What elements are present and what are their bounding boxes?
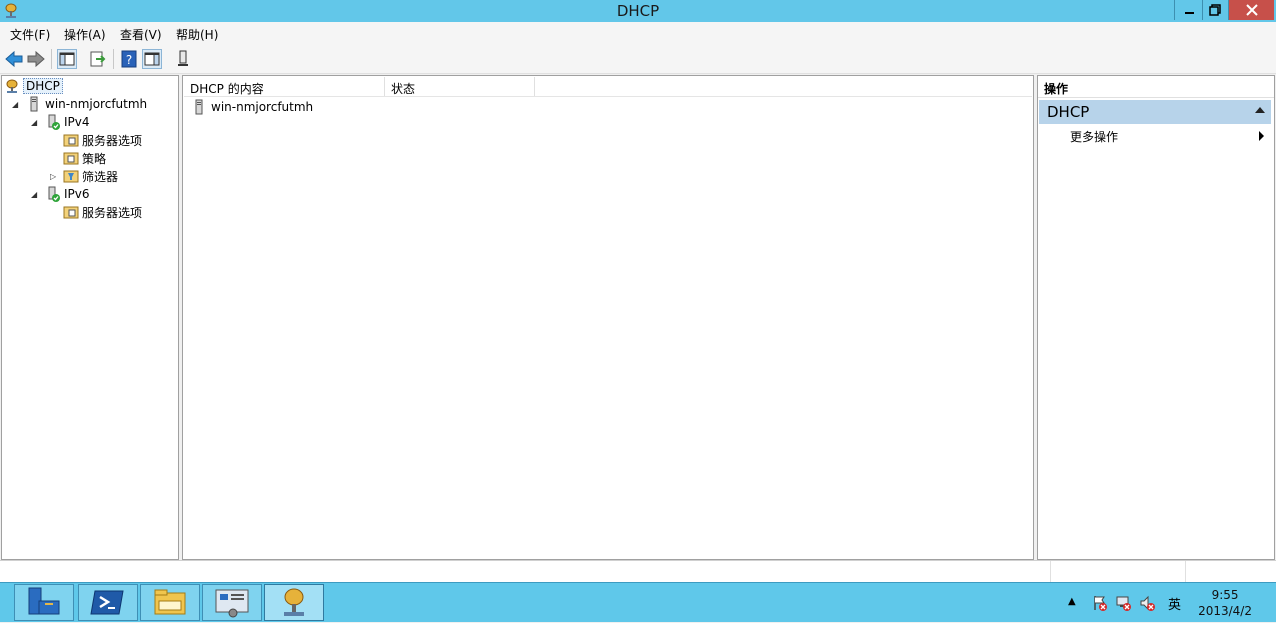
ime-indicator[interactable]: 英: [1168, 594, 1184, 613]
show-hide-action-pane-icon: [144, 52, 160, 66]
server-options-icon: [63, 206, 79, 219]
collapse-arrow-icon[interactable]: ◢: [12, 100, 22, 109]
actions-section-title: DHCP: [1047, 103, 1090, 121]
more-actions-item[interactable]: 更多操作: [1070, 128, 1118, 145]
powershell-icon: [90, 590, 124, 615]
ipv4-status-ok-icon: [48, 114, 60, 130]
collapse-caret-icon[interactable]: [1255, 107, 1265, 113]
server-icon: [30, 96, 38, 112]
tree-item-filters[interactable]: ▷ 筛选器: [50, 167, 118, 185]
tree-item-ipv4-server-options[interactable]: 服务器选项: [63, 131, 142, 149]
console-tree-pane: DHCP ◢ win-nmjorcfutmh ◢ IPv4 服务器选项 策略 ▷…: [1, 75, 179, 560]
ipv6-status-ok-icon: [48, 186, 60, 202]
network-error-icon[interactable]: [1116, 595, 1132, 611]
policies-icon: [63, 152, 79, 165]
column-header-contents[interactable]: DHCP 的内容: [184, 77, 385, 96]
menu-view[interactable]: 查看(V): [120, 26, 162, 43]
collapse-arrow-icon[interactable]: ◢: [31, 190, 41, 199]
network-console-icon: [215, 589, 249, 618]
taskbar-server-manager[interactable]: [14, 584, 74, 621]
restore-button[interactable]: [1202, 0, 1228, 20]
show-hide-console-tree-button[interactable]: [57, 49, 77, 69]
file-explorer-icon: [154, 589, 186, 615]
show-hide-console-tree-icon: [59, 52, 75, 66]
tree-item-label: 筛选器: [82, 169, 119, 184]
clock-date: 2013/4/2: [1198, 604, 1252, 618]
minimize-button[interactable]: [1174, 0, 1202, 20]
menu-action[interactable]: 操作(A): [64, 26, 106, 43]
forward-arrow-icon[interactable]: [26, 49, 46, 69]
tree-item-label: 服务器选项: [82, 133, 143, 148]
taskbar-powershell[interactable]: [78, 584, 138, 621]
server-icon[interactable]: [173, 49, 193, 69]
window-title: DHCP: [616, 2, 660, 20]
dhcp-root-icon: [6, 79, 18, 93]
submenu-arrow-icon[interactable]: [1259, 131, 1264, 141]
toolbar: ?: [0, 44, 1276, 74]
toolbar-separator: [113, 49, 114, 69]
actions-pane: 操作 DHCP 更多操作: [1037, 75, 1275, 560]
status-bar: [0, 560, 1276, 583]
menu-bar: 文件(F) 操作(A) 查看(V) 帮助(H): [0, 22, 1276, 44]
minimize-icon: [1185, 12, 1194, 14]
dhcp-app-icon: [284, 588, 304, 616]
tree-item-ipv4[interactable]: ◢ IPv4: [31, 113, 90, 131]
restore-icon: [1209, 4, 1221, 16]
title-bar: DHCP: [0, 0, 1276, 22]
actions-section-dhcp[interactable]: DHCP: [1039, 100, 1271, 124]
server-icon: [195, 99, 203, 115]
server-options-icon: [63, 134, 79, 147]
column-header-status[interactable]: 状态: [385, 77, 535, 96]
action-center-error-icon[interactable]: [1092, 595, 1108, 611]
tree-item-dhcp[interactable]: DHCP: [4, 77, 63, 95]
server-manager-icon: [28, 587, 60, 615]
tree-item-label: DHCP: [23, 78, 63, 94]
tree-item-label: win-nmjorcfutmh: [45, 97, 148, 111]
collapse-arrow-icon[interactable]: ◢: [31, 118, 41, 127]
filters-icon: [63, 170, 79, 183]
show-hide-action-pane-button[interactable]: [142, 49, 162, 69]
list-item[interactable]: win-nmjorcfutmh: [191, 98, 313, 116]
taskbar-dhcp[interactable]: [264, 584, 324, 621]
menu-file[interactable]: 文件(F): [10, 26, 50, 43]
tree-item-policies[interactable]: 策略: [63, 149, 106, 167]
close-button[interactable]: [1228, 0, 1274, 20]
taskbar-clock[interactable]: 9:55 2013/4/2: [1198, 587, 1252, 619]
svg-text:?: ?: [126, 53, 132, 67]
help-icon[interactable]: ?: [119, 49, 139, 69]
taskbar: ▲ 英 9:55 2013/4/2: [0, 582, 1276, 622]
menu-help[interactable]: 帮助(H): [176, 26, 218, 43]
back-arrow-icon[interactable]: [4, 49, 24, 69]
tree-item-ipv6-server-options[interactable]: 服务器选项: [63, 203, 142, 221]
taskbar-network-app[interactable]: [202, 584, 262, 621]
content-pane: DHCP 的内容 状态 win-nmjorcfutmh: [182, 75, 1034, 560]
actions-header: 操作: [1038, 76, 1274, 98]
tree-item-label: 服务器选项: [82, 205, 143, 220]
expand-arrow-icon[interactable]: ▷: [50, 172, 60, 181]
tree-item-label: 策略: [82, 151, 107, 166]
volume-muted-icon[interactable]: [1140, 595, 1156, 611]
status-separator: [1185, 561, 1186, 583]
list-item-name: win-nmjorcfutmh: [211, 100, 314, 114]
close-icon: [1246, 4, 1258, 16]
tree-item-label: IPv6: [64, 187, 90, 201]
export-list-icon[interactable]: [87, 49, 107, 69]
show-hidden-icons-arrow-icon[interactable]: ▲: [1068, 596, 1084, 612]
taskbar-file-explorer[interactable]: [140, 584, 200, 621]
toolbar-separator: [51, 49, 52, 69]
tree-item-label: IPv4: [64, 115, 90, 129]
clock-time: 9:55: [1211, 588, 1239, 602]
status-separator: [1050, 561, 1051, 583]
tree-item-server[interactable]: ◢ win-nmjorcfutmh: [12, 95, 147, 113]
tree-item-ipv6[interactable]: ◢ IPv6: [31, 185, 90, 203]
